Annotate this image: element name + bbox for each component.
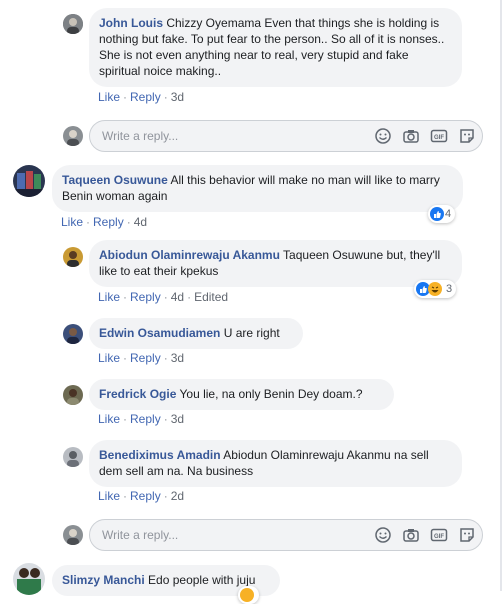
comment-bubble: John Louis Chizzy Oyemama Even that thin…: [89, 8, 462, 87]
separator: ·: [86, 215, 91, 229]
sticker-icon[interactable]: [458, 127, 476, 145]
separator: ·: [123, 351, 128, 365]
separator: ·: [163, 412, 168, 426]
comment-author[interactable]: Abiodun Olaminrewaju Akanmu: [99, 248, 280, 262]
timestamp[interactable]: 4d: [134, 215, 147, 229]
comment-actions: Like · Reply · 4d · Edited: [98, 290, 228, 304]
reply-link[interactable]: Reply: [130, 290, 161, 304]
comment-text: U are right: [223, 326, 280, 340]
comment-actions: Like · Reply · 3d: [98, 90, 184, 104]
comment-actions: Like · Reply · 2d: [98, 489, 184, 503]
haha-icon: [240, 588, 254, 602]
separator: ·: [123, 290, 128, 304]
reply-link[interactable]: Reply: [130, 351, 161, 365]
timestamp[interactable]: 3d: [171, 90, 184, 104]
like-link[interactable]: Like: [98, 290, 120, 304]
reaction-summary[interactable]: 4: [428, 205, 456, 223]
comment-author[interactable]: Taqueen Osuwune: [62, 173, 168, 187]
reply-link[interactable]: Reply: [130, 412, 161, 426]
timestamp[interactable]: 4d: [171, 290, 184, 304]
avatar[interactable]: [63, 247, 83, 267]
reply-link[interactable]: Reply: [93, 215, 124, 229]
comment-bubble: Abiodun Olaminrewaju Akanmu Taqueen Osuw…: [89, 240, 462, 287]
reply-placeholder: Write a reply...: [102, 528, 179, 542]
edited-label[interactable]: Edited: [194, 290, 228, 304]
comment-author[interactable]: Fredrick Ogie: [99, 387, 176, 401]
profile-photo-icon: [63, 126, 83, 146]
comment-bubble: Fredrick Ogie You lie, na only Benin Dey…: [89, 379, 394, 410]
profile-photo-icon: [63, 447, 83, 467]
reply-input[interactable]: Write a reply... GIF: [89, 120, 483, 152]
separator: ·: [126, 215, 131, 229]
separator: ·: [123, 412, 128, 426]
gif-icon[interactable]: GIF: [430, 127, 448, 145]
comment-author[interactable]: John Louis: [99, 16, 163, 30]
camera-icon[interactable]: [402, 526, 420, 544]
like-link[interactable]: Like: [61, 215, 83, 229]
like-link[interactable]: Like: [98, 489, 120, 503]
avatar[interactable]: [63, 324, 83, 344]
comment-text: You lie, na only Benin Dey doam.?: [179, 387, 363, 401]
avatar[interactable]: [63, 14, 83, 34]
comment-author[interactable]: Edwin Osamudiamen: [99, 326, 220, 340]
like-icon: [430, 207, 444, 221]
timestamp[interactable]: 3d: [171, 412, 184, 426]
comment-text: Edo people with juju: [148, 573, 256, 587]
separator: ·: [187, 290, 192, 304]
profile-photo-icon: [63, 324, 83, 344]
my-avatar: [63, 525, 83, 545]
comment-bubble: Benediximus Amadin Abiodun Olaminrewaju …: [89, 440, 462, 487]
gif-icon[interactable]: GIF: [430, 526, 448, 544]
avatar[interactable]: [63, 447, 83, 467]
reaction-summary[interactable]: 3: [414, 280, 457, 298]
like-link[interactable]: Like: [98, 412, 120, 426]
like-link[interactable]: Like: [98, 90, 120, 104]
separator: ·: [163, 90, 168, 104]
profile-photo-icon: [13, 563, 45, 595]
separator: ·: [163, 489, 168, 503]
profile-photo-icon: [13, 165, 45, 197]
profile-photo-icon: [63, 385, 83, 405]
reply-link[interactable]: Reply: [130, 489, 161, 503]
emoji-icon[interactable]: [374, 127, 392, 145]
sticker-icon[interactable]: [458, 526, 476, 544]
my-avatar: [63, 126, 83, 146]
comment-bubble: Edwin Osamudiamen U are right: [89, 318, 303, 349]
comment-actions: Like · Reply · 3d: [98, 351, 184, 365]
profile-photo-icon: [63, 525, 83, 545]
reply-placeholder: Write a reply...: [102, 129, 179, 143]
emoji-icon[interactable]: [374, 526, 392, 544]
reply-link[interactable]: Reply: [130, 90, 161, 104]
reaction-summary[interactable]: [238, 586, 259, 604]
separator: ·: [163, 351, 168, 365]
separator: ·: [163, 290, 168, 304]
comment-actions: Like · Reply · 3d: [98, 412, 184, 426]
camera-icon[interactable]: [402, 127, 420, 145]
comment-author[interactable]: Slimzy Manchi: [62, 573, 145, 587]
timestamp[interactable]: 3d: [171, 351, 184, 365]
reply-input[interactable]: Write a reply... GIF: [89, 519, 483, 551]
profile-photo-icon: [63, 14, 83, 34]
reaction-count: 4: [445, 208, 452, 220]
avatar[interactable]: [63, 385, 83, 405]
separator: ·: [123, 90, 128, 104]
comment-actions: Like · Reply · 4d: [61, 215, 147, 229]
like-link[interactable]: Like: [98, 351, 120, 365]
comment-author[interactable]: Benediximus Amadin: [99, 448, 221, 462]
avatar[interactable]: [13, 563, 45, 595]
avatar[interactable]: [13, 165, 45, 197]
reaction-count: 3: [446, 283, 453, 295]
separator: ·: [123, 489, 128, 503]
svg-text:GIF: GIF: [434, 534, 444, 540]
haha-icon: [428, 282, 442, 296]
comment-bubble: Taqueen Osuwune All this behavior will m…: [52, 165, 463, 212]
profile-photo-icon: [63, 247, 83, 267]
svg-text:GIF: GIF: [434, 135, 444, 141]
timestamp[interactable]: 2d: [171, 489, 184, 503]
